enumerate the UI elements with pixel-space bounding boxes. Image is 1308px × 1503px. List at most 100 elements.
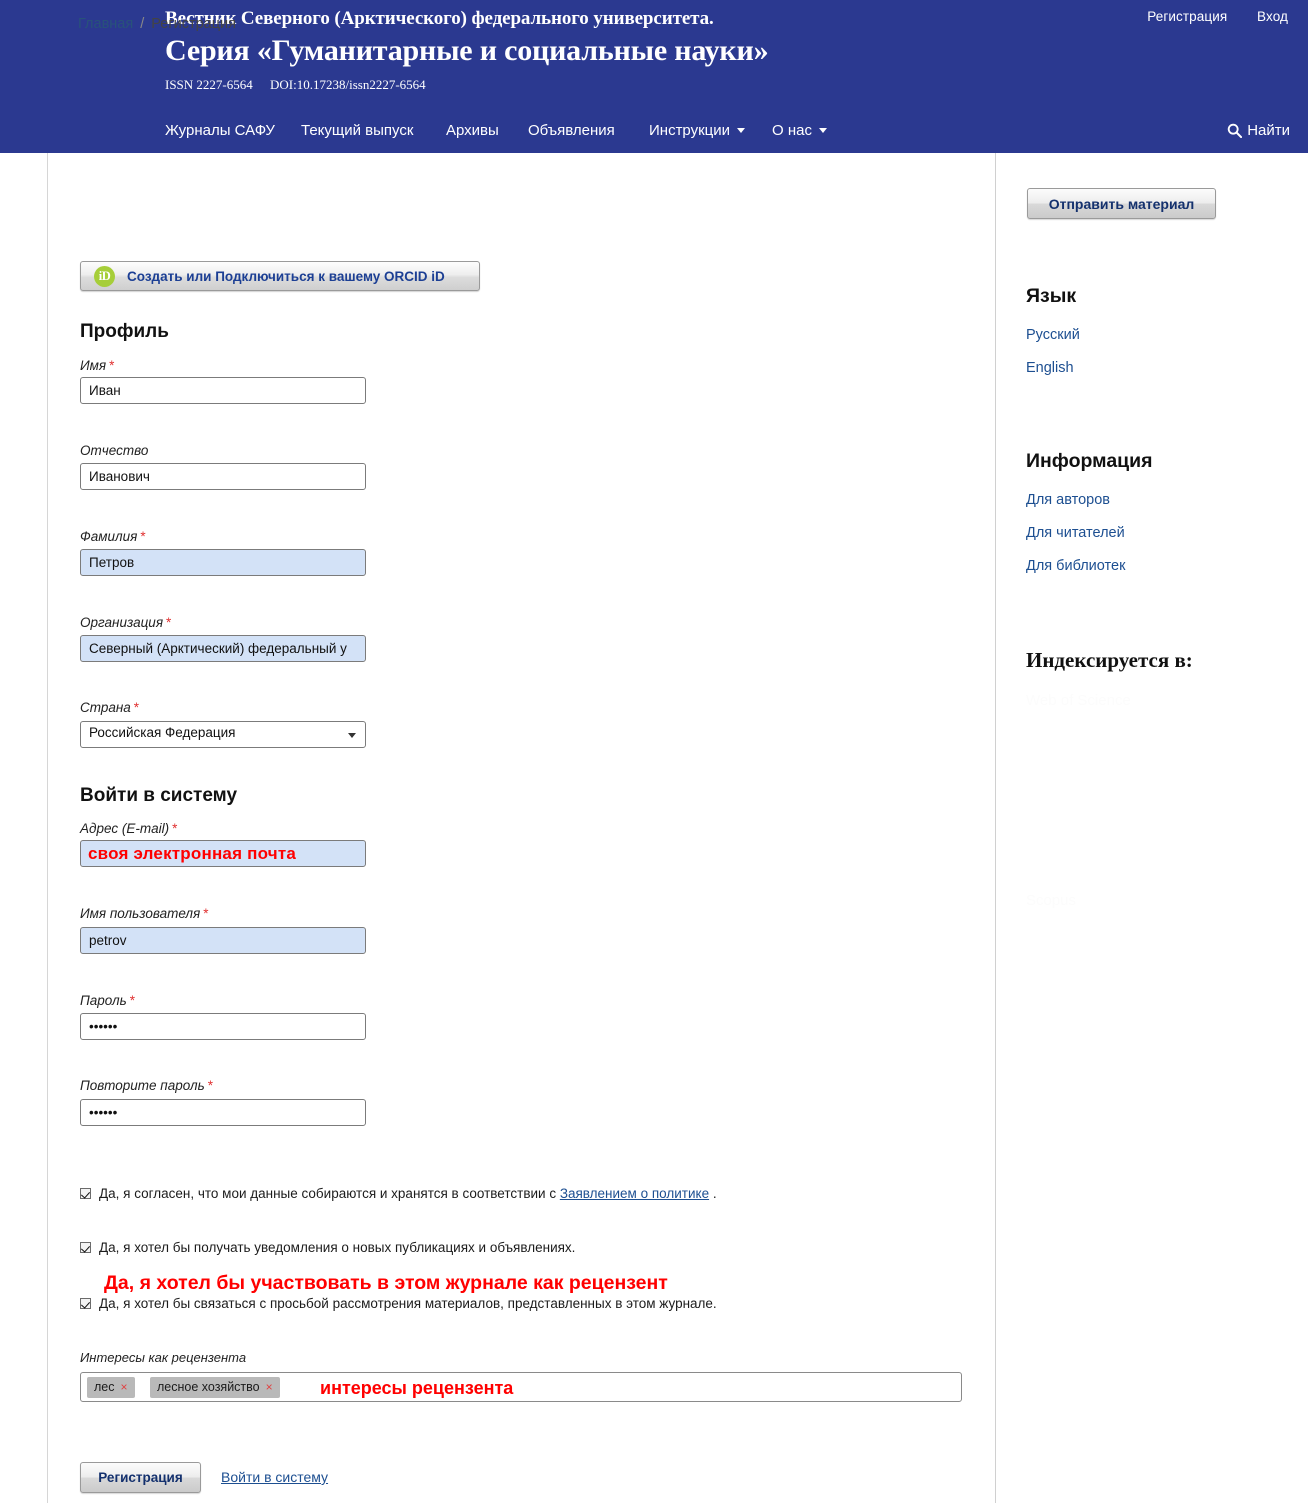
- label-text: Фамилия: [80, 529, 138, 544]
- label-text: Повторите пароль: [80, 1078, 205, 1093]
- consent-notifications-row[interactable]: Да, я хотел бы получать уведомления о но…: [80, 1240, 575, 1255]
- search-button[interactable]: Найти: [1227, 122, 1290, 142]
- consent-reviewer-row[interactable]: Да, я хотел бы связаться с просьбой расс…: [80, 1296, 717, 1311]
- interest-tag[interactable]: лесное хозяйство ×: [150, 1377, 280, 1398]
- consent-privacy-text: Да, я согласен, что мои данные собираютс…: [99, 1186, 560, 1201]
- required-mark: *: [140, 529, 146, 544]
- middle-name-input[interactable]: [80, 463, 366, 490]
- breadcrumb: Главная / Регистрация: [78, 16, 236, 32]
- nav-label: Текущий выпуск: [301, 122, 414, 139]
- label-text: Имя: [80, 358, 107, 373]
- label-text: Имя пользователя: [80, 906, 201, 921]
- breadcrumb-separator: /: [140, 16, 145, 32]
- top-link-login[interactable]: Вход: [1257, 9, 1288, 24]
- consent-notifications-text: Да, я хотел бы получать уведомления о но…: [99, 1240, 576, 1255]
- required-mark: *: [207, 1078, 213, 1093]
- label-username: Имя пользователя *: [80, 906, 209, 921]
- chevron-down-icon: [348, 733, 356, 738]
- nav-label: Архивы: [446, 122, 499, 139]
- sidebar-language-russian[interactable]: Русский: [1026, 327, 1080, 343]
- reviewer-annotation-text: Да, я хотел бы участвовать в этом журнал…: [104, 1272, 668, 1294]
- sidebar-language-english[interactable]: English: [1026, 360, 1074, 376]
- close-icon[interactable]: ×: [266, 1380, 273, 1394]
- main-navigation: Журналы САФУ Текущий выпуск Архивы Объяв…: [0, 113, 1308, 153]
- nav-label: Инструкции: [649, 122, 731, 139]
- required-mark: *: [166, 615, 172, 630]
- nav-item-instructions[interactable]: Инструкции: [649, 122, 746, 139]
- left-gutter-divider: [47, 153, 48, 1503]
- indexing-logo-web-of-science[interactable]: Web of Science: [1026, 692, 1131, 709]
- nav-label: Объявления: [528, 122, 615, 139]
- sidebar-link-for-authors[interactable]: Для авторов: [1026, 492, 1110, 508]
- nav-label: Журналы САФУ: [165, 122, 275, 139]
- label-text: Отчество: [80, 443, 149, 458]
- nav-label: О нас: [772, 122, 812, 139]
- search-label: Найти: [1247, 122, 1290, 139]
- required-mark: *: [109, 358, 115, 373]
- column-divider: [995, 153, 996, 1503]
- label-text: Организация: [80, 615, 164, 630]
- orcid-connect-button[interactable]: iD Создать или Подключиться к вашему ORC…: [80, 261, 480, 291]
- label-password: Пароль *: [80, 993, 135, 1008]
- sidebar-heading-information: Информация: [1026, 450, 1153, 472]
- password-input[interactable]: [80, 1013, 366, 1040]
- required-mark: *: [203, 906, 209, 921]
- label-repeat-password: Повторите пароль *: [80, 1078, 213, 1093]
- nav-item-journals[interactable]: Журналы САФУ: [165, 122, 275, 139]
- label-given-name: Имя *: [80, 358, 114, 373]
- privacy-policy-link[interactable]: Заявлением о политике: [560, 1186, 709, 1201]
- nav-item-about[interactable]: О нас: [772, 122, 827, 139]
- nav-item-announcements[interactable]: Объявления: [528, 122, 615, 139]
- breadcrumb-home[interactable]: Главная: [78, 16, 133, 32]
- affiliation-input[interactable]: [80, 635, 366, 662]
- checkbox-privacy[interactable]: [80, 1188, 91, 1199]
- journal-identifiers: ISSN 2227-6564 DOI:10.17238/issn2227-656…: [165, 77, 768, 93]
- login-link[interactable]: Войти в систему: [221, 1469, 328, 1485]
- email-input[interactable]: [80, 840, 366, 867]
- register-button[interactable]: Регистрация: [80, 1462, 201, 1493]
- label-email: Адрес (E-mail) *: [80, 821, 177, 836]
- journal-title-line2: Серия «Гуманитарные и социальные науки»: [165, 34, 769, 67]
- family-name-input[interactable]: [80, 549, 366, 576]
- breadcrumb-current: Регистрация: [151, 16, 236, 32]
- consent-privacy-row[interactable]: Да, я согласен, что мои данные собираютс…: [80, 1186, 717, 1201]
- sidebar-heading-language: Язык: [1026, 285, 1077, 307]
- consent-privacy-text-after: .: [709, 1186, 717, 1201]
- sidebar-heading-indexed-in: Индексируется в:: [1026, 648, 1193, 672]
- chevron-down-icon: [737, 128, 746, 133]
- repeat-password-input[interactable]: [80, 1099, 366, 1126]
- orcid-id-icon: iD: [94, 266, 115, 287]
- sidebar-link-for-readers[interactable]: Для читателей: [1026, 525, 1125, 541]
- interest-tag-label: лесное хозяйство: [157, 1380, 260, 1394]
- indexing-logo-scopus[interactable]: Scopus: [1026, 892, 1076, 909]
- journal-masthead: Вестник Северного (Арктического) федерал…: [165, 8, 769, 93]
- label-affiliation: Организация *: [80, 615, 171, 630]
- search-icon: [1227, 123, 1243, 142]
- close-icon[interactable]: ×: [121, 1380, 128, 1394]
- consent-reviewer-text: Да, я хотел бы связаться с просьбой расс…: [99, 1296, 717, 1311]
- checkbox-notifications[interactable]: [80, 1242, 91, 1253]
- reviewing-interests-input[interactable]: лес × лесное хозяйство ×: [80, 1372, 962, 1402]
- interest-tag-label: лес: [94, 1380, 115, 1394]
- chevron-down-icon: [818, 128, 827, 133]
- required-mark: *: [129, 993, 135, 1008]
- top-link-register[interactable]: Регистрация: [1147, 9, 1227, 24]
- label-text: Пароль: [80, 993, 127, 1008]
- given-name-input[interactable]: [80, 377, 366, 404]
- orcid-button-label: Создать или Подключиться к вашему ORCID …: [127, 269, 445, 284]
- label-country: Страна *: [80, 700, 139, 715]
- interests-annotation-text: интересы рецензента: [320, 1378, 514, 1398]
- username-input[interactable]: [80, 927, 366, 954]
- doi-text: DOI:10.17238/issn2227-6564: [270, 77, 426, 92]
- interest-tag[interactable]: лес ×: [87, 1377, 135, 1398]
- journal-title-line1: Вестник Северного (Арктического) федерал…: [165, 8, 714, 29]
- nav-item-current-issue[interactable]: Текущий выпуск: [301, 122, 413, 139]
- required-mark: *: [133, 700, 140, 715]
- nav-item-archives[interactable]: Архивы: [446, 122, 499, 139]
- country-select[interactable]: Российская Федерация: [80, 721, 366, 748]
- checkbox-reviewer[interactable]: [80, 1298, 91, 1309]
- submit-material-button[interactable]: Отправить материал: [1027, 188, 1216, 219]
- section-title-login: Войти в систему: [80, 785, 238, 806]
- issn-text: ISSN 2227-6564: [165, 77, 253, 92]
- sidebar-link-for-libraries[interactable]: Для библиотек: [1026, 558, 1125, 574]
